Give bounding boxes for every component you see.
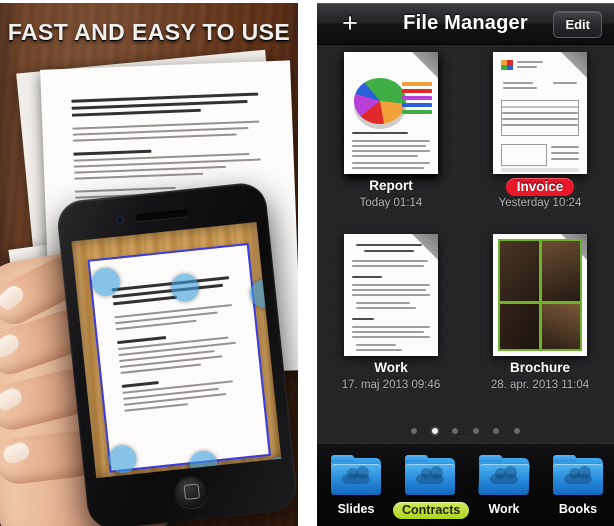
page-dot[interactable] — [472, 428, 479, 434]
document-date: 17. maj 2013 09:46 — [341, 379, 441, 391]
crop-handle-top-left[interactable] — [90, 266, 122, 298]
front-camera-icon — [116, 215, 124, 224]
crop-handle-top-right[interactable] — [248, 278, 280, 309]
tab-label: Slides — [337, 502, 375, 516]
earpiece-speaker — [135, 209, 189, 222]
document-item-brochure[interactable]: Brochure 28. apr. 2013 11:04 — [466, 232, 614, 422]
document-date: 28. apr. 2013 11:04 — [490, 379, 590, 391]
blue-cloud-folder-icon — [331, 455, 381, 495]
page-dot[interactable] — [411, 428, 418, 434]
headline-text: FAST AND EASY TO USE — [7, 19, 291, 45]
page-dot[interactable] — [452, 428, 459, 434]
status-badge: Invoice — [505, 178, 575, 196]
navigation-bar: + File Manager Edit — [317, 3, 614, 44]
tab-label: Work — [488, 502, 520, 516]
blue-cloud-folder-icon — [405, 455, 455, 495]
crop-handle-bottom-right[interactable] — [265, 455, 282, 479]
page-fold-corner — [412, 52, 438, 78]
document-item-invoice[interactable]: Invoice Yesterday 10:24 — [466, 50, 614, 240]
top-white-edge — [0, 0, 614, 3]
tab-slides[interactable]: Slides — [319, 455, 393, 516]
document-item-report[interactable]: Report Today 01:14 — [317, 50, 465, 240]
page-fold-corner — [561, 52, 587, 78]
smartphone-device — [55, 180, 298, 526]
document-name: Report — [369, 178, 413, 193]
marketing-photo-panel: FAST AND EASY TO USE — [0, 3, 298, 526]
tabbar-notch-icon — [456, 436, 475, 444]
brochure-photo-grid — [498, 239, 582, 351]
document-thumbnail[interactable] — [344, 52, 438, 174]
file-manager-panel: + File Manager Edit Report Today 01:14 I… — [317, 3, 614, 526]
document-thumbnail[interactable] — [344, 234, 438, 356]
document-date: Today 01:14 — [359, 197, 423, 209]
document-thumbnail[interactable] — [493, 52, 587, 174]
edit-button[interactable]: Edit — [553, 11, 602, 38]
document-thumbnail[interactable] — [493, 234, 587, 356]
document-name: Brochure — [509, 360, 570, 375]
phone-screen — [71, 221, 282, 479]
chart-legend — [402, 82, 432, 117]
page-dot[interactable] — [493, 428, 500, 434]
pie-chart-graphic — [354, 78, 406, 124]
tab-contracts[interactable]: Contracts — [393, 455, 470, 519]
page-fold-corner — [412, 234, 438, 260]
document-name: Invoice — [466, 178, 614, 196]
tab-books[interactable]: Books — [541, 455, 614, 516]
blue-cloud-folder-open-icon — [478, 455, 530, 495]
page-dot[interactable] — [513, 428, 520, 434]
page-dot-active[interactable] — [431, 428, 438, 434]
crop-handle-bottom-left[interactable] — [107, 443, 138, 475]
home-button[interactable] — [172, 472, 210, 510]
crop-selection-rectangle[interactable] — [87, 242, 282, 479]
blue-cloud-folder-icon — [553, 455, 603, 495]
tab-label-selected: Contracts — [393, 502, 470, 519]
panel-divider — [298, 0, 317, 526]
document-grid: Report Today 01:14 Invoice Yesterday 10:… — [317, 44, 614, 430]
document-date: Yesterday 10:24 — [498, 197, 582, 209]
tab-bar: Slides Contracts Work Books — [317, 436, 614, 526]
document-item-work[interactable]: Work 17. maj 2013 09:46 — [317, 232, 465, 422]
tab-label: Books — [558, 502, 598, 516]
tab-work[interactable]: Work — [467, 455, 541, 516]
document-name: Work — [374, 360, 408, 375]
crop-handle-top-middle[interactable] — [169, 272, 201, 304]
screenshot-stage: FAST AND EASY TO USE + File Manager Edit — [0, 0, 614, 526]
